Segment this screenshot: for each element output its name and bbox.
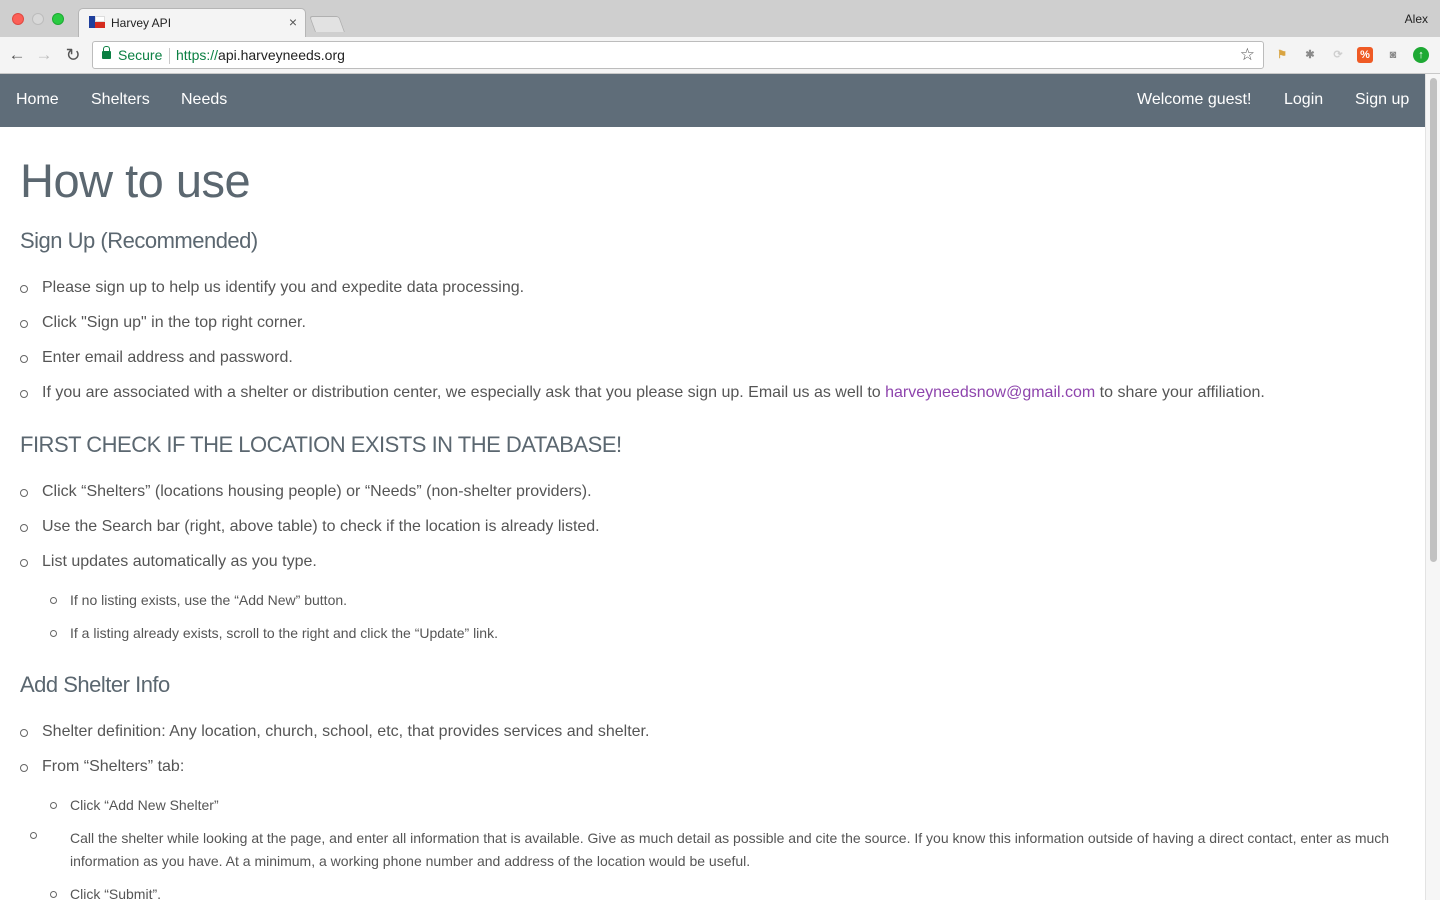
extension-bug-icon[interactable]: ✱ <box>1302 47 1318 63</box>
section-heading-signup: Sign Up (Recommended) <box>20 228 258 253</box>
list-item: Please sign up to help us identify you a… <box>19 279 525 296</box>
url-text[interactable]: https://api.harveyneeds.org <box>176 47 345 63</box>
nav-home-link[interactable]: Home <box>16 91 59 109</box>
close-window-button[interactable] <box>12 13 24 25</box>
nav-shelters-link[interactable]: Shelters <box>91 91 150 109</box>
list-item: Shelter definition: Any location, church… <box>19 723 650 740</box>
bookmark-star-icon[interactable]: ☆ <box>1240 45 1255 65</box>
extension-flag-icon[interactable]: ⚑ <box>1274 47 1290 63</box>
extension-link-icon[interactable]: ⟳ <box>1330 47 1346 63</box>
list-item: Click "Sign up" in the top right corner. <box>20 314 306 331</box>
affiliation-text-before: If you are associated with a shelter or … <box>42 384 886 401</box>
url-host: api.harveyneeds.org <box>218 47 345 63</box>
maximize-window-button[interactable] <box>52 13 64 25</box>
section-heading-add-shelter: Add Shelter Info <box>20 672 170 697</box>
nav-welcome-text: Welcome guest! <box>1137 91 1252 108</box>
nav-signup-link[interactable]: Sign up <box>1355 91 1409 109</box>
list-item: Enter email address and password. <box>20 349 293 366</box>
secure-label: Secure <box>118 47 163 63</box>
sub-list-item: If a listing already exists, scroll to t… <box>50 625 498 641</box>
contact-email-link[interactable]: harveyneedsnow@gmail.com <box>885 384 1095 401</box>
extension-camera-icon[interactable]: ◙ <box>1385 47 1401 63</box>
nav-login-link[interactable]: Login <box>1284 91 1323 109</box>
profile-name[interactable]: Alex <box>1405 12 1428 26</box>
sub-list-item: Click “Submit”. <box>49 886 162 900</box>
reload-icon[interactable]: ↻ <box>63 45 83 65</box>
sub-list-item: If no listing exists, use the “Add New” … <box>49 592 348 608</box>
scrollbar-thumb[interactable] <box>1430 78 1437 562</box>
site-navbar: Home Shelters Needs Welcome guest! Login… <box>0 74 1425 127</box>
extension-percent-icon[interactable]: % <box>1357 47 1373 63</box>
list-item-affiliation: If you are associated with a shelter or … <box>20 384 1265 402</box>
browser-tab-active[interactable]: Harvey API × <box>78 8 306 37</box>
tab-title: Harvey API <box>111 16 172 30</box>
nav-needs-link[interactable]: Needs <box>181 91 227 109</box>
browser-titlebar: Harvey API × Alex <box>0 0 1440 37</box>
list-item: From “Shelters” tab: <box>19 758 185 775</box>
list-item: List updates automatically as you type. <box>20 553 317 570</box>
page-scrollbar[interactable] <box>1425 74 1440 900</box>
forward-arrow-icon[interactable]: → <box>34 45 54 65</box>
list-item: Use the Search bar (right, above table) … <box>20 518 600 535</box>
texas-flag-icon <box>89 16 105 28</box>
address-bar-divider <box>169 48 170 64</box>
back-arrow-icon[interactable]: ← <box>7 45 27 65</box>
page-title: How to use <box>20 154 251 207</box>
sub-list-item-call-shelter: Call the shelter while looking at the pa… <box>30 827 1415 873</box>
address-bar[interactable]: Secure https://api.harveyneeds.org ☆ <box>92 41 1264 69</box>
new-tab-button[interactable] <box>309 16 345 32</box>
extension-upload-icon[interactable]: ↑ <box>1413 47 1429 63</box>
list-item: Click “Shelters” (locations housing peop… <box>20 483 592 500</box>
minimize-window-button[interactable] <box>32 13 44 25</box>
url-scheme: https:// <box>176 47 219 63</box>
section-heading-check-location: FIRST CHECK IF THE LOCATION EXISTS IN TH… <box>20 432 622 457</box>
tab-close-icon[interactable]: × <box>289 14 297 30</box>
sub-list-item: Click “Add New Shelter” <box>50 797 219 813</box>
lock-icon <box>102 46 111 59</box>
affiliation-text-after: to share your affiliation. <box>1095 384 1265 401</box>
browser-toolbar: ← → ↻ Secure https://api.harveyneeds.org… <box>0 37 1440 74</box>
